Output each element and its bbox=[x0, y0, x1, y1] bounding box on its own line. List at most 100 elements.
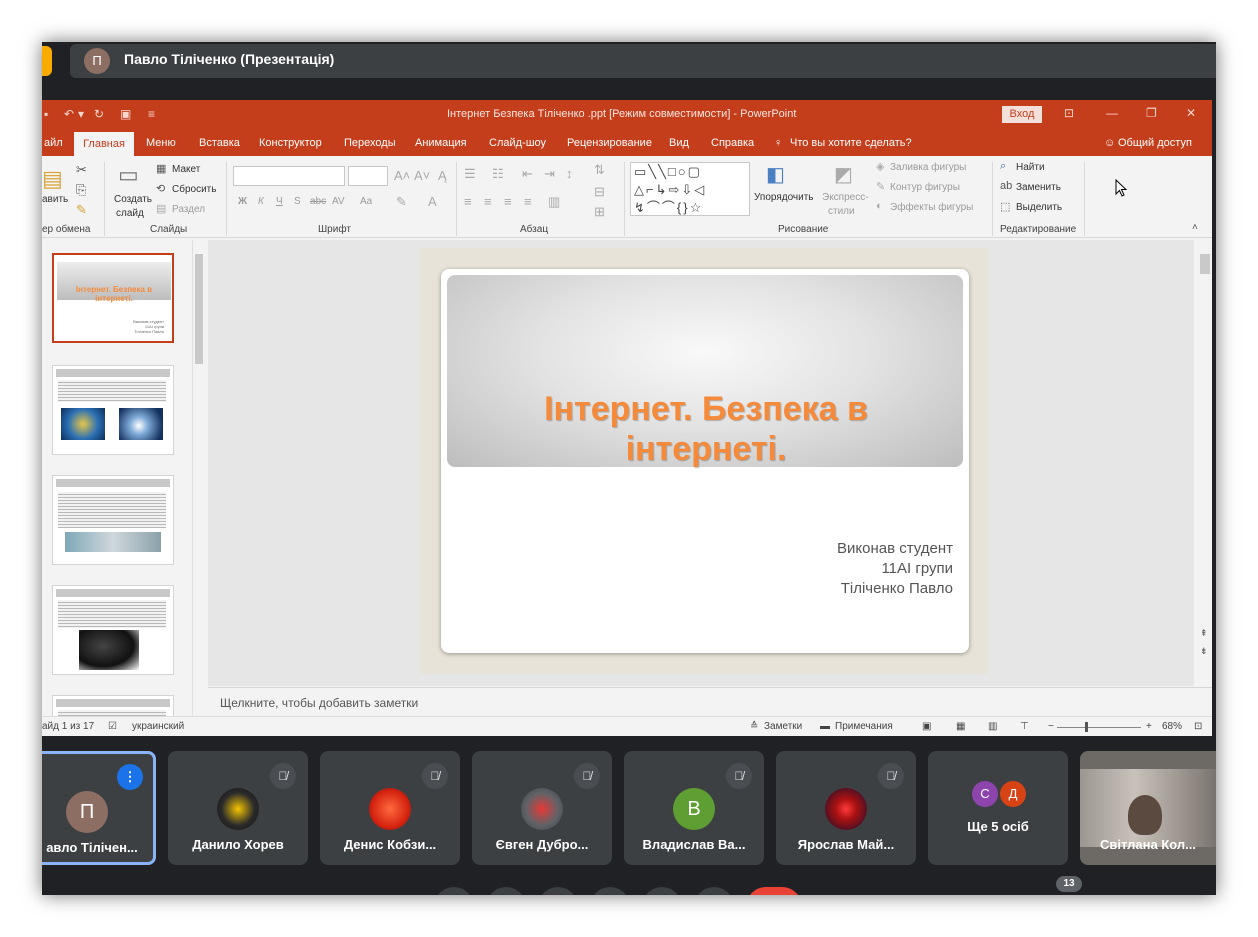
tab-review[interactable]: Рецензирование bbox=[567, 137, 652, 149]
more-participants-tile[interactable]: С Д Ще 5 осіб bbox=[928, 751, 1068, 865]
section-icon[interactable]: ▤ bbox=[156, 202, 166, 215]
clear-formatting-icon[interactable]: Ą bbox=[438, 168, 447, 183]
slide-scroll-thumb[interactable] bbox=[1200, 254, 1210, 274]
previous-slide-icon[interactable]: ⇞ bbox=[1200, 628, 1208, 639]
more-options-button[interactable] bbox=[694, 887, 734, 895]
notes-toggle[interactable]: Заметки bbox=[764, 721, 802, 732]
save-icon[interactable]: ▪ bbox=[44, 107, 48, 121]
strikethrough-button[interactable]: abc bbox=[310, 196, 326, 207]
underline-button[interactable]: Ч bbox=[276, 196, 283, 207]
fit-slide-icon[interactable]: ⊡ bbox=[1194, 721, 1202, 732]
shape-effects-button[interactable]: Эффекты фигуры bbox=[890, 202, 973, 213]
shadow-button[interactable]: S bbox=[294, 196, 301, 207]
columns-icon[interactable]: ▥ bbox=[548, 194, 560, 210]
collapse-ribbon-icon[interactable]: ˄ bbox=[1192, 222, 1198, 233]
next-slide-icon[interactable]: ⇟ bbox=[1200, 646, 1208, 657]
arrange-icon[interactable]: ◧ bbox=[766, 162, 785, 187]
slideshow-view-icon[interactable]: ⊤ bbox=[1020, 721, 1029, 732]
spellcheck-icon[interactable]: ☑ bbox=[108, 721, 117, 732]
present-button[interactable] bbox=[642, 887, 682, 895]
change-case-button[interactable]: Aa bbox=[360, 196, 372, 207]
shapes-gallery[interactable]: ▭╲╲□○▢ △⌐↳⇨⇩◁ ↯⌒⌒{}☆ bbox=[630, 162, 750, 216]
tab-insert[interactable]: Вставка bbox=[199, 137, 240, 149]
paste-button[interactable]: авить bbox=[42, 194, 68, 205]
participant-tile[interactable]: 🎙̸ Євген Дубро... bbox=[472, 751, 612, 865]
ribbon-display-icon[interactable]: ⊡ bbox=[1064, 106, 1074, 120]
tab-transitions[interactable]: Переходы bbox=[344, 137, 396, 149]
participant-tile[interactable]: 🎙̸ Денис Кобзи... bbox=[320, 751, 460, 865]
replace-button[interactable]: Заменить bbox=[1016, 182, 1061, 193]
decrease-indent-icon[interactable]: ⇤ bbox=[522, 166, 533, 182]
increase-font-icon[interactable]: A˄ bbox=[394, 168, 410, 183]
highlight-icon[interactable]: ✎ bbox=[396, 194, 407, 210]
font-color-icon[interactable]: A bbox=[428, 194, 437, 209]
select-button[interactable]: Выделить bbox=[1016, 202, 1062, 213]
zoom-out-icon[interactable]: − bbox=[1048, 721, 1054, 732]
normal-view-icon[interactable]: ▣ bbox=[922, 721, 931, 732]
start-slideshow-icon[interactable]: ▣ bbox=[120, 107, 131, 121]
comments-icon[interactable]: ▬ bbox=[820, 721, 830, 732]
decrease-font-icon[interactable]: A˅ bbox=[414, 168, 430, 183]
align-left-icon[interactable]: ≡ bbox=[464, 194, 472, 209]
close-icon[interactable]: ✕ bbox=[1186, 106, 1196, 120]
format-painter-icon[interactable]: ✎ bbox=[76, 202, 87, 218]
italic-button[interactable]: К bbox=[258, 196, 264, 207]
align-right-icon[interactable]: ≡ bbox=[504, 194, 512, 209]
find-button[interactable]: Найти bbox=[1016, 162, 1045, 173]
reset-icon[interactable]: ⟲ bbox=[156, 182, 165, 195]
new-slide-button[interactable]: Создать bbox=[114, 194, 152, 205]
zoom-level[interactable]: 68% bbox=[1162, 721, 1182, 732]
char-spacing-button[interactable]: AV bbox=[332, 196, 345, 207]
quick-styles-button-line2[interactable]: стили bbox=[828, 206, 855, 217]
tab-slideshow[interactable]: Слайд-шоу bbox=[489, 137, 546, 149]
slide-thumbnail-4[interactable] bbox=[52, 585, 174, 675]
participant-tile-self[interactable]: П ⋮ авло Тілічен... bbox=[42, 751, 156, 865]
slide-thumbnail-3[interactable] bbox=[52, 475, 174, 565]
raise-hand-button[interactable] bbox=[590, 887, 630, 895]
tab-animation[interactable]: Анимация bbox=[415, 137, 467, 149]
copy-icon[interactable]: ⎘ bbox=[76, 182, 86, 198]
participant-tile[interactable]: В 🎙̸ Владислав Ва... bbox=[624, 751, 764, 865]
thumbnail-scrollbar[interactable] bbox=[192, 240, 204, 716]
section-button[interactable]: Раздел bbox=[172, 204, 205, 215]
reset-button[interactable]: Сбросить bbox=[172, 184, 216, 195]
camera-button[interactable] bbox=[486, 887, 526, 895]
participant-video-tile[interactable]: Світлана Кол... bbox=[1080, 751, 1216, 865]
comments-toggle[interactable]: Примечания bbox=[835, 721, 893, 732]
layout-icon[interactable]: ▦ bbox=[156, 162, 166, 175]
quick-styles-icon[interactable]: ◩ bbox=[834, 162, 853, 187]
shape-fill-button[interactable]: Заливка фигуры bbox=[890, 162, 966, 173]
cut-icon[interactable]: ✂ bbox=[76, 162, 87, 178]
bold-button[interactable]: Ж bbox=[238, 196, 247, 207]
line-spacing-icon[interactable]: ↕ bbox=[566, 166, 573, 181]
minimize-icon[interactable]: — bbox=[1106, 106, 1118, 120]
tab-home[interactable]: Главная bbox=[74, 132, 134, 156]
shape-fill-icon[interactable]: ◈ bbox=[876, 160, 884, 173]
increase-indent-icon[interactable]: ⇥ bbox=[544, 166, 555, 182]
zoom-in-icon[interactable]: + bbox=[1146, 721, 1152, 732]
slide-thumbnail-1[interactable]: Інтернет. Безпека в інтернеті. Виконав с… bbox=[52, 253, 174, 343]
tab-view[interactable]: Вид bbox=[669, 137, 689, 149]
align-text-icon[interactable]: ⊟ bbox=[594, 184, 605, 200]
select-icon[interactable]: ⬚ bbox=[1000, 200, 1010, 213]
font-size-combobox[interactable] bbox=[348, 166, 388, 186]
replace-icon[interactable]: ab bbox=[1000, 180, 1012, 192]
zoom-slider-thumb[interactable] bbox=[1085, 722, 1088, 732]
notes-toggle-icon[interactable]: ≙ bbox=[750, 721, 758, 732]
current-slide[interactable]: Інтернет. Безпека в інтернеті. Виконав с… bbox=[441, 269, 969, 653]
slide-title[interactable]: Інтернет. Безпека в інтернеті. bbox=[461, 389, 951, 469]
slide-thumbnail-2[interactable] bbox=[52, 365, 174, 455]
text-direction-icon[interactable]: ⇅ bbox=[594, 162, 605, 178]
align-center-icon[interactable]: ≡ bbox=[484, 194, 492, 209]
participant-tile[interactable]: 🎙̸ Ярослав Май... bbox=[776, 751, 916, 865]
find-icon[interactable]: ⌕ bbox=[1000, 160, 1006, 173]
thumbnail-scroll-thumb[interactable] bbox=[195, 254, 203, 364]
new-slide-icon[interactable]: ▭ bbox=[118, 162, 139, 188]
paste-icon[interactable]: ▤ bbox=[42, 166, 63, 192]
shape-outline-button[interactable]: Контур фигуры bbox=[890, 182, 960, 193]
leave-call-button[interactable] bbox=[746, 887, 802, 895]
tab-help[interactable]: Справка bbox=[711, 137, 754, 149]
participant-tile[interactable]: 🎙̸ Данило Хорев bbox=[168, 751, 308, 865]
captions-button[interactable] bbox=[538, 887, 578, 895]
slide-sorter-icon[interactable]: ▦ bbox=[956, 721, 965, 732]
